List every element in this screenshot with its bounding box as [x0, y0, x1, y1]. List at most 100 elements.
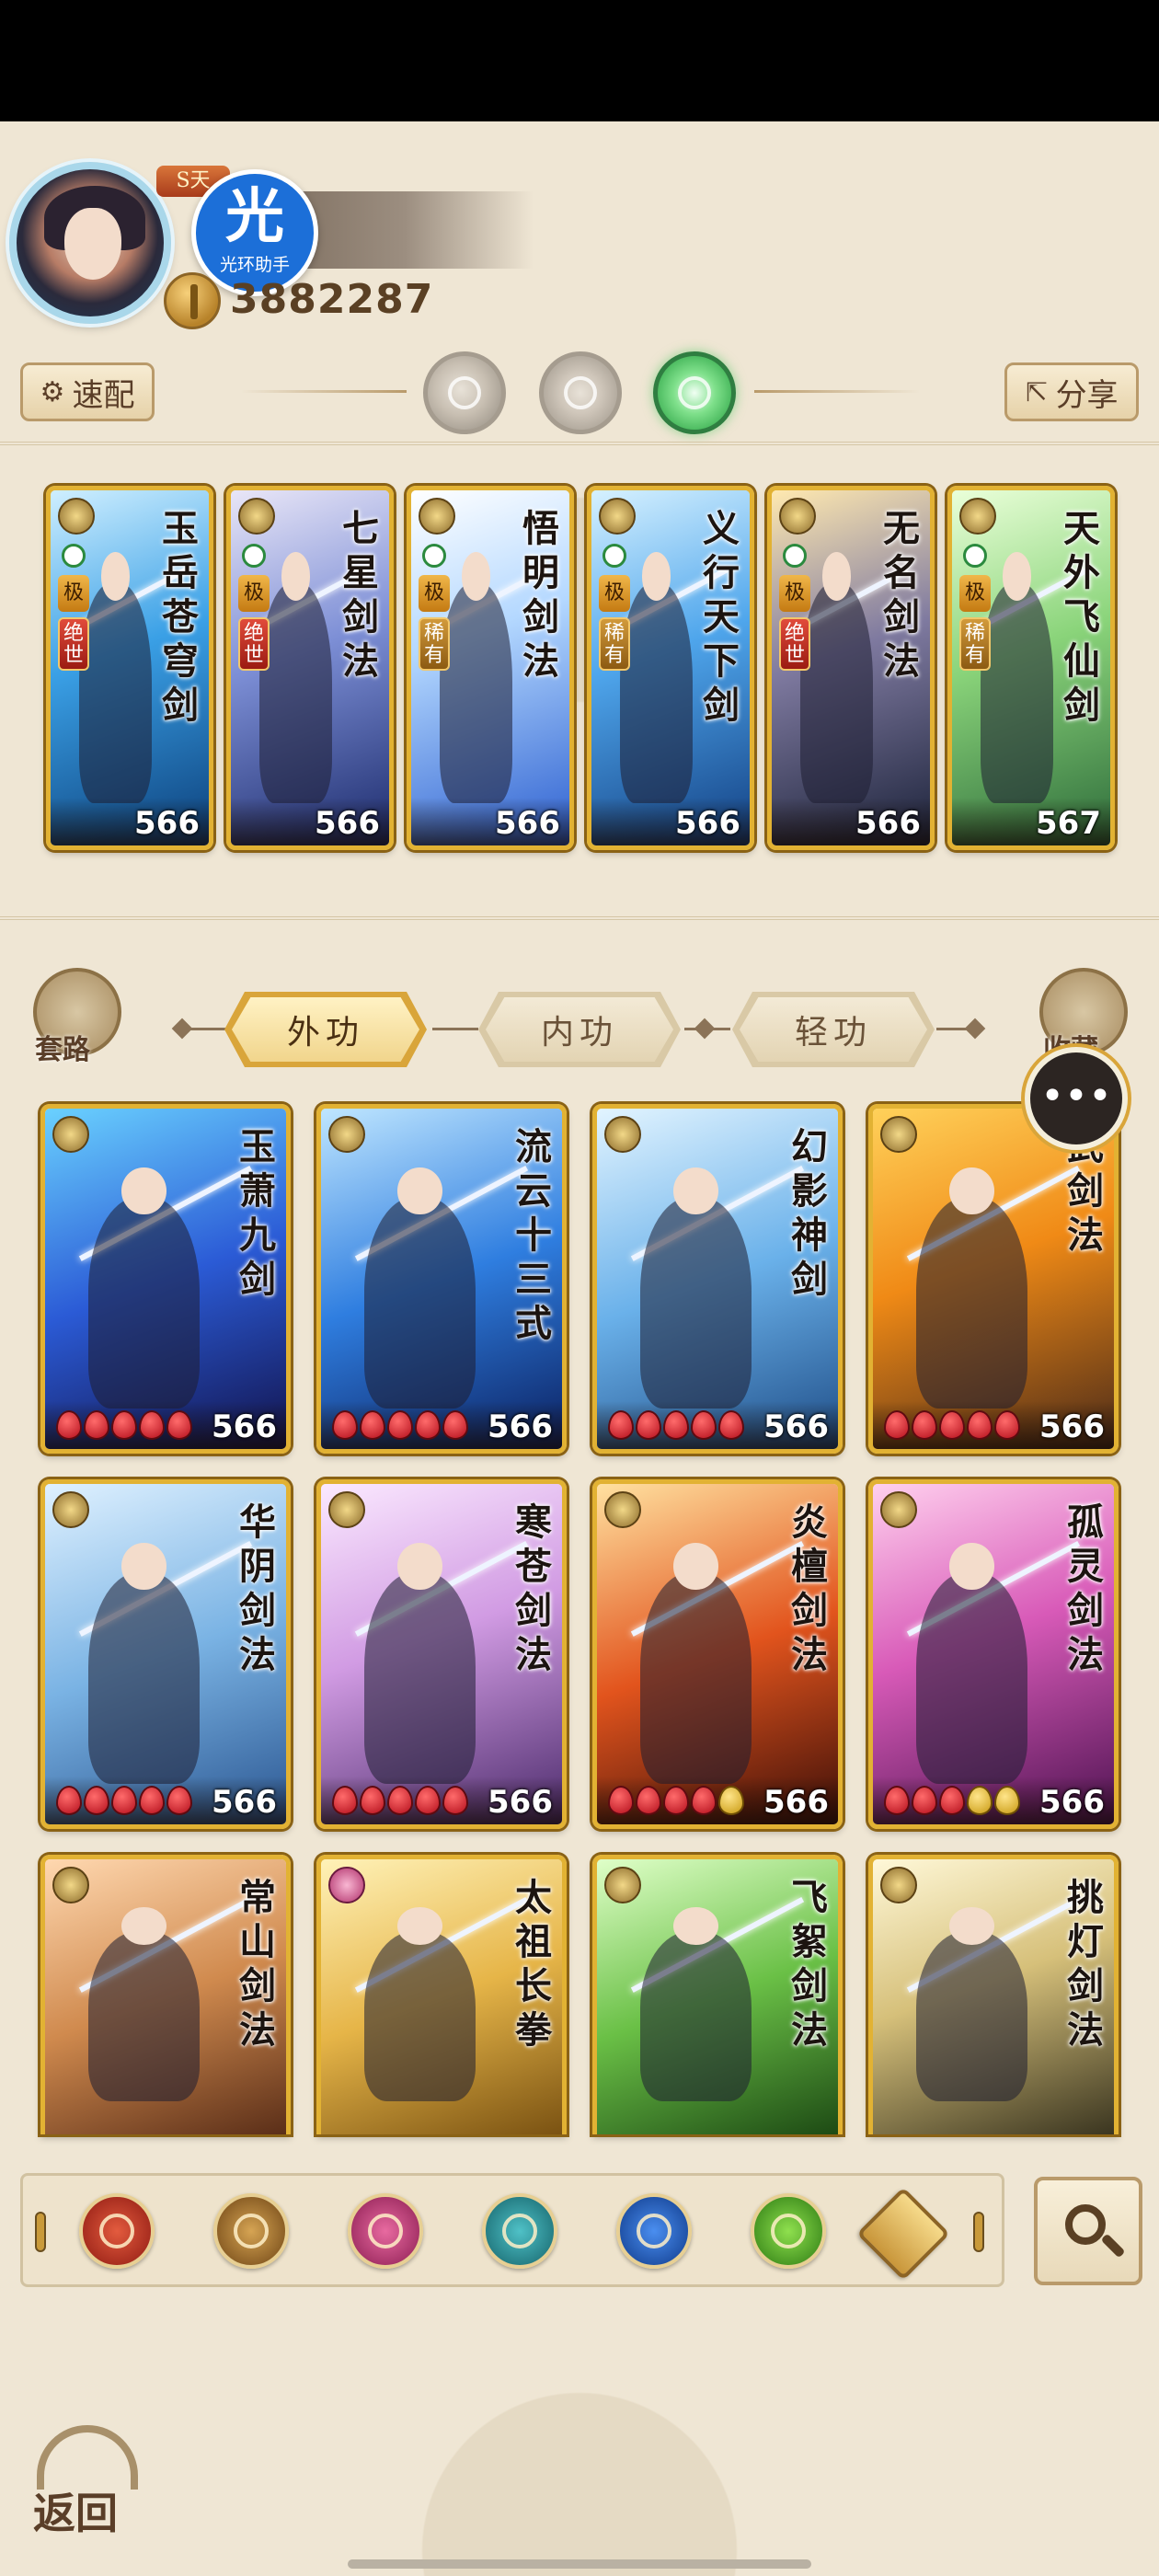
- skill-card[interactable]: 太祖长拳: [316, 1855, 567, 2134]
- red-gem-icon: [56, 1410, 82, 1440]
- character-art: [640, 1543, 752, 1784]
- skill-level: 566: [495, 805, 560, 842]
- skill-card[interactable]: 寒苍剑法 566: [316, 1479, 567, 1829]
- mode-tab-sun[interactable]: [539, 351, 622, 434]
- equipped-skill-card[interactable]: 极绝世 玉岳苍穹剑 566: [46, 486, 213, 850]
- filter-bar-cap: [973, 2212, 984, 2252]
- mode-tab-moon[interactable]: [423, 351, 506, 434]
- rarity-tag: 稀有: [419, 617, 450, 671]
- rarity-tag: 绝世: [779, 617, 810, 671]
- hidden-weapon-filter-icon[interactable]: [751, 2193, 826, 2269]
- red-gem-icon: [415, 1410, 441, 1440]
- red-gem-icon: [166, 1410, 192, 1440]
- character-art: [799, 551, 874, 803]
- grade-icon: [880, 1491, 917, 1528]
- grade-icon: [880, 1116, 917, 1153]
- red-gem-icon: [691, 1410, 717, 1440]
- search-button[interactable]: [1034, 2177, 1142, 2285]
- skill-level: 566: [315, 805, 380, 842]
- skill-title: 玉岳苍穹剑: [162, 507, 199, 727]
- skill-card[interactable]: 玉萧九剑 566: [40, 1104, 291, 1454]
- skill-level: 567: [1036, 805, 1101, 842]
- skill-title: 挑灯剑法: [1067, 1876, 1104, 2052]
- gem-row: [884, 1786, 1020, 1815]
- skill-title: 流云十三式: [515, 1125, 552, 1345]
- grade-icon: [604, 1491, 641, 1528]
- skill-title: 飞絮剑法: [791, 1876, 828, 2052]
- skill-card[interactable]: 常山剑法: [40, 1855, 291, 2134]
- gear-icon: ⚙: [40, 375, 65, 408]
- character-art: [88, 1543, 200, 1784]
- taiji-filter-icon[interactable]: [616, 2193, 692, 2269]
- red-gem-icon: [718, 1410, 744, 1440]
- sun-icon: [564, 376, 597, 409]
- blade-filter-icon[interactable]: [79, 2193, 155, 2269]
- mode-tab-jade[interactable]: [653, 351, 736, 434]
- rarity-tag: 绝世: [58, 617, 89, 671]
- equipped-skill-card[interactable]: 极绝世 无名剑法 566: [767, 486, 935, 850]
- tab-label: 内功: [540, 1014, 618, 1052]
- skill-card[interactable]: 华阴剑法 566: [40, 1479, 291, 1829]
- chat-bubble-icon[interactable]: •••: [1025, 1047, 1128, 1150]
- grade-icon: [52, 1116, 89, 1153]
- red-gem-icon: [56, 1786, 82, 1815]
- fist-filter-icon[interactable]: [348, 2193, 423, 2269]
- red-gem-icon: [636, 1410, 661, 1440]
- grade-icon: [959, 498, 996, 535]
- red-gem-icon: [608, 1786, 634, 1815]
- grade-icon: [599, 498, 636, 535]
- skill-level: 566: [763, 1409, 829, 1445]
- character-art: [619, 551, 694, 803]
- red-gem-icon: [332, 1786, 358, 1815]
- character-art: [364, 1543, 476, 1784]
- red-gem-icon: [84, 1410, 109, 1440]
- skill-level: 566: [855, 805, 921, 842]
- skill-card[interactable]: 挑灯剑法: [868, 1855, 1119, 2134]
- skill-card[interactable]: 幻影神剑 566: [592, 1104, 843, 1454]
- sword-filter-icon[interactable]: [213, 2193, 289, 2269]
- red-gem-icon: [360, 1786, 385, 1815]
- tab-outer-skill[interactable]: 外功: [224, 992, 427, 1067]
- grade-icon: [880, 1867, 917, 1903]
- moon-icon: [448, 376, 481, 409]
- fan-filter-icon[interactable]: [482, 2193, 557, 2269]
- tab-inner-skill[interactable]: 内功: [478, 992, 681, 1067]
- red-gem-icon: [139, 1410, 165, 1440]
- grade-icon: [328, 1491, 365, 1528]
- character-art: [364, 1167, 476, 1409]
- moon-icon: [602, 544, 626, 568]
- red-gem-icon: [111, 1410, 137, 1440]
- equipped-skill-card[interactable]: 极稀有 悟明剑法 566: [407, 486, 574, 850]
- character-art: [364, 1906, 476, 2102]
- yellow-gem-icon: [718, 1786, 744, 1815]
- share-button[interactable]: ⇱ 分享: [1004, 362, 1139, 421]
- quick-match-label: 速配: [72, 376, 135, 414]
- skill-title: 七星剑法: [342, 507, 379, 683]
- player-avatar[interactable]: [9, 162, 171, 324]
- character-art: [916, 1543, 1027, 1784]
- grade-icon: [419, 498, 455, 535]
- yellow-gem-icon: [967, 1786, 993, 1815]
- red-gem-icon: [663, 1786, 689, 1815]
- skill-level: 566: [488, 1784, 553, 1821]
- red-gem-icon: [939, 1410, 965, 1440]
- skill-title: 义行天下剑: [703, 507, 740, 727]
- equipped-skill-card[interactable]: 极稀有 天外飞仙剑 567: [947, 486, 1115, 850]
- share-icon: ⇱: [1025, 375, 1049, 408]
- red-gem-icon: [912, 1410, 937, 1440]
- tab-light-skill[interactable]: 轻功: [732, 992, 935, 1067]
- back-button[interactable]: 返回: [28, 2425, 147, 2538]
- equipped-skill-card[interactable]: 极稀有 义行天下剑 566: [587, 486, 754, 850]
- quick-match-button[interactable]: ⚙ 速配: [20, 362, 155, 421]
- divider-line: [754, 390, 920, 393]
- skill-card[interactable]: 武剑法566: [868, 1104, 1119, 1454]
- skill-card[interactable]: 孤灵剑法 566: [868, 1479, 1119, 1829]
- home-indicator[interactable]: [348, 2559, 811, 2569]
- skill-card[interactable]: 飞絮剑法: [592, 1855, 843, 2134]
- skill-card[interactable]: 炎檀剑法 566: [592, 1479, 843, 1829]
- skill-card[interactable]: 流云十三式 566: [316, 1104, 567, 1454]
- gem-row: [332, 1410, 468, 1440]
- skill-title: 无名剑法: [883, 507, 920, 683]
- equipped-skill-card[interactable]: 极绝世 七星剑法 566: [226, 486, 394, 850]
- routine-label: 套路: [35, 1034, 90, 1066]
